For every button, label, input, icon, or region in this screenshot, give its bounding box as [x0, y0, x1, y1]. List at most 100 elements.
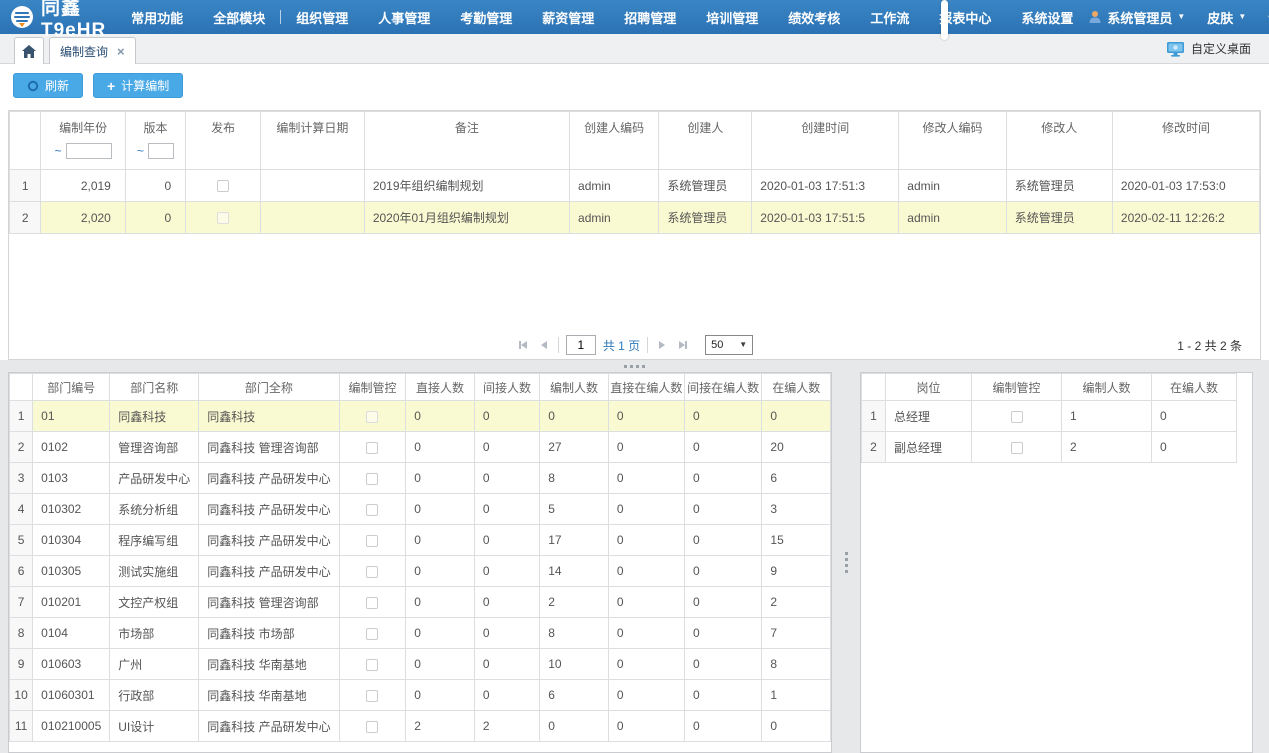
nav-item-9[interactable]: 工作流: [855, 8, 924, 27]
table-row[interactable]: 4010302系统分析组同鑫科技 产品研发中心005003: [10, 494, 831, 525]
cell: 0: [474, 618, 539, 649]
custom-desktop-button[interactable]: 自定义桌面: [1166, 40, 1251, 57]
column-header: 修改人编码: [899, 112, 1006, 170]
nav-item-7[interactable]: 培训管理: [691, 8, 773, 27]
cell: 0: [406, 494, 475, 525]
checkbox-cell: [339, 649, 406, 680]
cell: 10: [10, 680, 33, 711]
user-menu[interactable]: 系统管理员 ▼: [1088, 8, 1185, 27]
nav-scroll-handle[interactable]: [941, 0, 948, 40]
table-row[interactable]: 6010305测试实施组同鑫科技 产品研发中心0014009: [10, 556, 831, 587]
user-label: 系统管理员: [1107, 8, 1172, 27]
cell: 2020-01-03 17:53:0: [1112, 170, 1259, 202]
custom-desktop-label: 自定义桌面: [1191, 40, 1251, 57]
table-row[interactable]: 20102管理咨询部同鑫科技 管理咨询部00270020: [10, 432, 831, 463]
nav-item-6[interactable]: 招聘管理: [609, 8, 691, 27]
column-header-label: 间接人数: [475, 379, 539, 396]
cell: 0: [762, 711, 831, 742]
column-header-label: 创建时间: [752, 119, 898, 136]
cell: 0: [684, 711, 761, 742]
row-checkbox[interactable]: [1011, 411, 1023, 423]
table-row[interactable]: 101同鑫科技同鑫科技000000: [10, 401, 831, 432]
table-row[interactable]: 22,02002020年01月组织编制规划admin系统管理员2020-01-0…: [10, 202, 1260, 234]
cell: 20: [762, 432, 831, 463]
cell: 7: [10, 587, 33, 618]
table-row[interactable]: 30103产品研发中心同鑫科技 产品研发中心008006: [10, 463, 831, 494]
nav-item-5[interactable]: 薪资管理: [527, 8, 609, 27]
app-title: 同鑫T9eHR: [41, 0, 106, 42]
nav-item-4[interactable]: 考勤管理: [445, 8, 527, 27]
cell: 系统管理员: [659, 170, 752, 202]
table-row[interactable]: 1001060301行政部同鑫科技 华南基地006001: [10, 680, 831, 711]
row-checkbox[interactable]: [217, 180, 229, 192]
row-checkbox[interactable]: [366, 721, 378, 733]
cell: 0: [406, 556, 475, 587]
row-checkbox[interactable]: [366, 659, 378, 671]
cell: 010304: [33, 525, 110, 556]
table-row[interactable]: 9010603广州同鑫科技 华南基地0010008: [10, 649, 831, 680]
vertical-splitter-handle[interactable]: [832, 372, 860, 753]
table-row[interactable]: 11010210005UI设计同鑫科技 产品研发中心220000: [10, 711, 831, 742]
row-checkbox[interactable]: [217, 212, 229, 224]
cell: [261, 170, 365, 202]
first-page-icon[interactable]: [516, 338, 530, 352]
row-checkbox[interactable]: [366, 628, 378, 640]
cell: 0: [684, 649, 761, 680]
nav-item-1[interactable]: 全部模块: [198, 8, 280, 27]
cell: 同鑫科技 产品研发中心: [199, 711, 339, 742]
record-range-label: 1 - 2 共 2 条: [1177, 337, 1242, 354]
cell: 2020-01-03 17:51:3: [752, 170, 899, 202]
page-size-select[interactable]: 50 ▼: [705, 335, 753, 355]
row-checkbox[interactable]: [366, 566, 378, 578]
cell: 0: [406, 587, 475, 618]
next-page-icon[interactable]: [655, 338, 669, 352]
column-header-label: 备注: [365, 119, 569, 136]
table-row[interactable]: 7010201文控产权组同鑫科技 管理咨询部002002: [10, 587, 831, 618]
cell: 同鑫科技 产品研发中心: [199, 494, 339, 525]
horizontal-splitter-handle[interactable]: [0, 360, 1269, 372]
row-checkbox[interactable]: [366, 597, 378, 609]
nav-item-10[interactable]: 报表中心: [924, 8, 1006, 27]
cell: 01060301: [33, 680, 110, 711]
refresh-button[interactable]: 刷新: [13, 73, 83, 98]
page-number-input[interactable]: [566, 335, 596, 355]
close-icon[interactable]: ×: [117, 44, 125, 59]
row-checkbox[interactable]: [366, 504, 378, 516]
cell: 0: [762, 401, 831, 432]
home-icon: [22, 45, 36, 58]
cell: 0: [406, 525, 475, 556]
skin-menu[interactable]: 皮肤 ▼: [1207, 8, 1246, 27]
cell: 0: [406, 680, 475, 711]
table-row[interactable]: 12,01902019年组织编制规划admin系统管理员2020-01-03 1…: [10, 170, 1260, 202]
column-header: 部门编号: [33, 374, 110, 401]
calculate-compilation-button[interactable]: + 计算编制: [93, 73, 183, 98]
table-row[interactable]: 2副总经理20: [862, 432, 1237, 463]
table-row[interactable]: 1总经理10: [862, 401, 1237, 432]
nav-item-0[interactable]: 常用功能: [116, 8, 198, 27]
checkbox-cell: [186, 170, 261, 202]
filter-input[interactable]: [148, 143, 174, 159]
nav-item-8[interactable]: 绩效考核: [773, 8, 855, 27]
row-checkbox[interactable]: [366, 411, 378, 423]
row-checkbox[interactable]: [366, 473, 378, 485]
cell: 行政部: [110, 680, 199, 711]
nav-item-11[interactable]: 系统设置: [1006, 8, 1088, 27]
prev-page-icon[interactable]: [537, 338, 551, 352]
refresh-label: 刷新: [45, 77, 69, 94]
nav-item-3[interactable]: 人事管理: [363, 8, 445, 27]
row-checkbox[interactable]: [366, 442, 378, 454]
column-header-label: 岗位: [886, 379, 971, 396]
cell: 0: [474, 525, 539, 556]
cell: 1: [10, 401, 33, 432]
nav-item-2[interactable]: 组织管理: [281, 8, 363, 27]
last-page-icon[interactable]: [676, 338, 690, 352]
row-checkbox[interactable]: [366, 535, 378, 547]
cell: admin: [570, 170, 659, 202]
filter-input[interactable]: [66, 143, 112, 159]
column-header-label: 编制管控: [972, 379, 1061, 396]
table-row[interactable]: 80104市场部同鑫科技 市场部008007: [10, 618, 831, 649]
row-checkbox[interactable]: [1011, 442, 1023, 454]
row-checkbox[interactable]: [366, 690, 378, 702]
table-row[interactable]: 5010304程序编写组同鑫科技 产品研发中心00170015: [10, 525, 831, 556]
cell: 5: [10, 525, 33, 556]
